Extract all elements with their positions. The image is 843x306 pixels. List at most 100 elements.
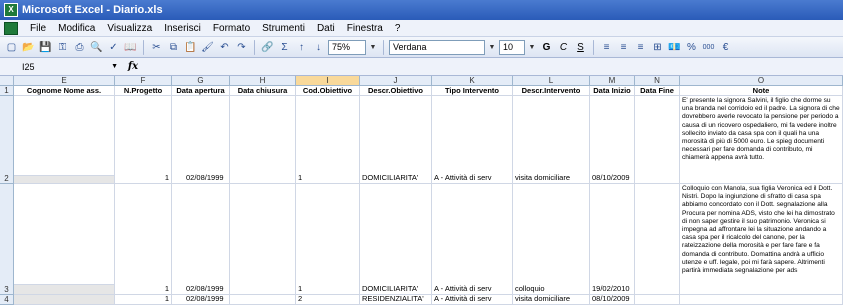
menu-strumenti[interactable]: Strumenti	[256, 23, 311, 34]
cell-data-chiusura[interactable]	[230, 295, 296, 305]
size-dropdown-icon[interactable]: ▼	[527, 40, 537, 55]
menu-dati[interactable]: Dati	[311, 23, 341, 34]
cell-descr-intervento[interactable]: visita domiciliare	[513, 96, 590, 184]
currency-euro-icon[interactable]: 💶	[667, 40, 682, 55]
autosum-icon[interactable]: Σ	[277, 40, 292, 55]
cell-cod-obiettivo[interactable]: 2	[296, 295, 360, 305]
header-data-inizio[interactable]: Data Inizio	[590, 86, 635, 96]
zoom-dropdown-icon[interactable]: ▼	[368, 40, 378, 55]
sort-ascending-icon[interactable]: ↑	[294, 40, 309, 55]
align-center-icon[interactable]: ≡	[616, 40, 631, 55]
header-data-chiusura[interactable]: Data chiusura	[230, 86, 296, 96]
redo-icon[interactable]: ↷	[234, 40, 249, 55]
header-descr-obiettivo[interactable]: Descr.Obiettivo	[360, 86, 432, 96]
copy-icon[interactable]: ⧉	[166, 40, 181, 55]
namebox-dropdown-icon[interactable]: ▼	[111, 60, 118, 74]
cell-cognome-redacted[interactable]	[14, 176, 115, 184]
align-right-icon[interactable]: ≡	[633, 40, 648, 55]
column-header-l[interactable]: L	[513, 76, 590, 86]
header-tipo-intervento[interactable]: Tipo Intervento	[432, 86, 513, 96]
zoom-box[interactable]: 75%	[328, 39, 366, 55]
cell-descr-obiettivo[interactable]: RESIDENZIALITA'	[360, 295, 432, 305]
column-header-g[interactable]: G	[172, 76, 230, 86]
permission-icon[interactable]: ⚿	[55, 40, 70, 55]
row-header-4[interactable]: 4	[0, 295, 14, 305]
align-left-icon[interactable]: ≡	[599, 40, 614, 55]
cell-cognome-redacted[interactable]	[14, 295, 115, 305]
percent-button[interactable]: %	[684, 40, 699, 55]
cell-progetto[interactable]: 1	[115, 96, 172, 184]
header-descr-intervento[interactable]: Descr.Intervento	[513, 86, 590, 96]
menu-help[interactable]: ?	[389, 23, 407, 34]
name-box[interactable]: I25 ▼	[8, 60, 118, 74]
header-data-fine[interactable]: Data Fine	[635, 86, 680, 96]
merge-center-icon[interactable]: ⊞	[650, 40, 665, 55]
underline-button[interactable]: S	[573, 40, 588, 55]
font-size-box[interactable]: 10	[499, 39, 525, 55]
thousands-button[interactable]: 000	[701, 40, 716, 55]
cell-descr-obiettivo[interactable]: DOMICILIARITA'	[360, 184, 432, 295]
select-all-corner[interactable]	[0, 76, 14, 86]
function-icon[interactable]: fx	[118, 61, 148, 72]
cell-data-apertura[interactable]: 02/08/1999	[172, 295, 230, 305]
spelling-icon[interactable]: ✓	[106, 40, 121, 55]
menu-inserisci[interactable]: Inserisci	[158, 23, 207, 34]
workbook-icon[interactable]	[4, 21, 18, 35]
cell-data-chiusura[interactable]	[230, 96, 296, 184]
menu-visualizza[interactable]: Visualizza	[101, 23, 158, 34]
cell-data-inizio[interactable]: 08/10/2009	[590, 96, 635, 184]
row-header-3[interactable]: 3	[0, 184, 14, 295]
print-preview-icon[interactable]: 🔍	[89, 40, 104, 55]
cell-cognome[interactable]	[14, 96, 115, 176]
new-icon[interactable]: ▢	[4, 40, 19, 55]
font-dropdown-icon[interactable]: ▼	[487, 40, 497, 55]
paste-icon[interactable]: 📋	[183, 40, 198, 55]
cell-descr-obiettivo[interactable]: DOMICILIARITA'	[360, 96, 432, 184]
cell-progetto[interactable]: 1	[115, 184, 172, 295]
cell-data-chiusura[interactable]	[230, 184, 296, 295]
cell-data-fine[interactable]	[635, 184, 680, 295]
header-progetto[interactable]: N.Progetto	[115, 86, 172, 96]
euro-button[interactable]: €	[718, 40, 733, 55]
column-header-f[interactable]: F	[115, 76, 172, 86]
undo-icon[interactable]: ↶	[217, 40, 232, 55]
open-icon[interactable]: 📂	[21, 40, 36, 55]
header-note[interactable]: Note	[680, 86, 843, 96]
header-data-apertura[interactable]: Data apertura	[172, 86, 230, 96]
cell-data-fine[interactable]	[635, 295, 680, 305]
cell-data-inizio[interactable]: 08/10/2009	[590, 295, 635, 305]
header-cod-obiettivo[interactable]: Cod.Obiettivo	[296, 86, 360, 96]
column-header-j[interactable]: J	[360, 76, 432, 86]
cell-cognome-redacted[interactable]	[14, 285, 115, 295]
format-painter-icon[interactable]: 🖌	[200, 40, 215, 55]
menu-finestra[interactable]: Finestra	[341, 23, 389, 34]
column-header-m[interactable]: M	[590, 76, 635, 86]
cell-note[interactable]: E' presente la signora Salvini, il figli…	[680, 96, 843, 184]
cut-icon[interactable]: ✂	[149, 40, 164, 55]
menu-modifica[interactable]: Modifica	[52, 23, 101, 34]
cell-cognome[interactable]	[14, 184, 115, 285]
cell-tipo-intervento[interactable]: A - Attività di serv	[432, 96, 513, 184]
cell-data-fine[interactable]	[635, 96, 680, 184]
menu-formato[interactable]: Formato	[207, 23, 256, 34]
column-header-k[interactable]: K	[432, 76, 513, 86]
cell-note[interactable]: Colloquio con Manola, sua figlia Veronic…	[680, 184, 843, 295]
cell-data-inizio[interactable]: 19/02/2010	[590, 184, 635, 295]
cell-tipo-intervento[interactable]: A - Attività di serv	[432, 184, 513, 295]
research-icon[interactable]: 📖	[123, 40, 138, 55]
cell-tipo-intervento[interactable]: A - Attività di serv	[432, 295, 513, 305]
column-header-n[interactable]: N	[635, 76, 680, 86]
header-cognome[interactable]: Cognome Nome ass.	[14, 86, 115, 96]
menu-file[interactable]: File	[24, 23, 52, 34]
italic-button[interactable]: C	[556, 40, 571, 55]
row-header-2[interactable]: 2	[0, 96, 14, 184]
bold-button[interactable]: G	[539, 40, 554, 55]
font-name-box[interactable]: Verdana	[389, 39, 485, 55]
column-header-h[interactable]: H	[230, 76, 296, 86]
cell-descr-intervento[interactable]: visita domiciliare	[513, 295, 590, 305]
cell-note[interactable]	[680, 295, 843, 305]
column-header-i[interactable]: I	[296, 76, 360, 86]
cell-cod-obiettivo[interactable]: 1	[296, 96, 360, 184]
print-icon[interactable]: ⎙	[72, 40, 87, 55]
save-icon[interactable]: 💾	[38, 40, 53, 55]
